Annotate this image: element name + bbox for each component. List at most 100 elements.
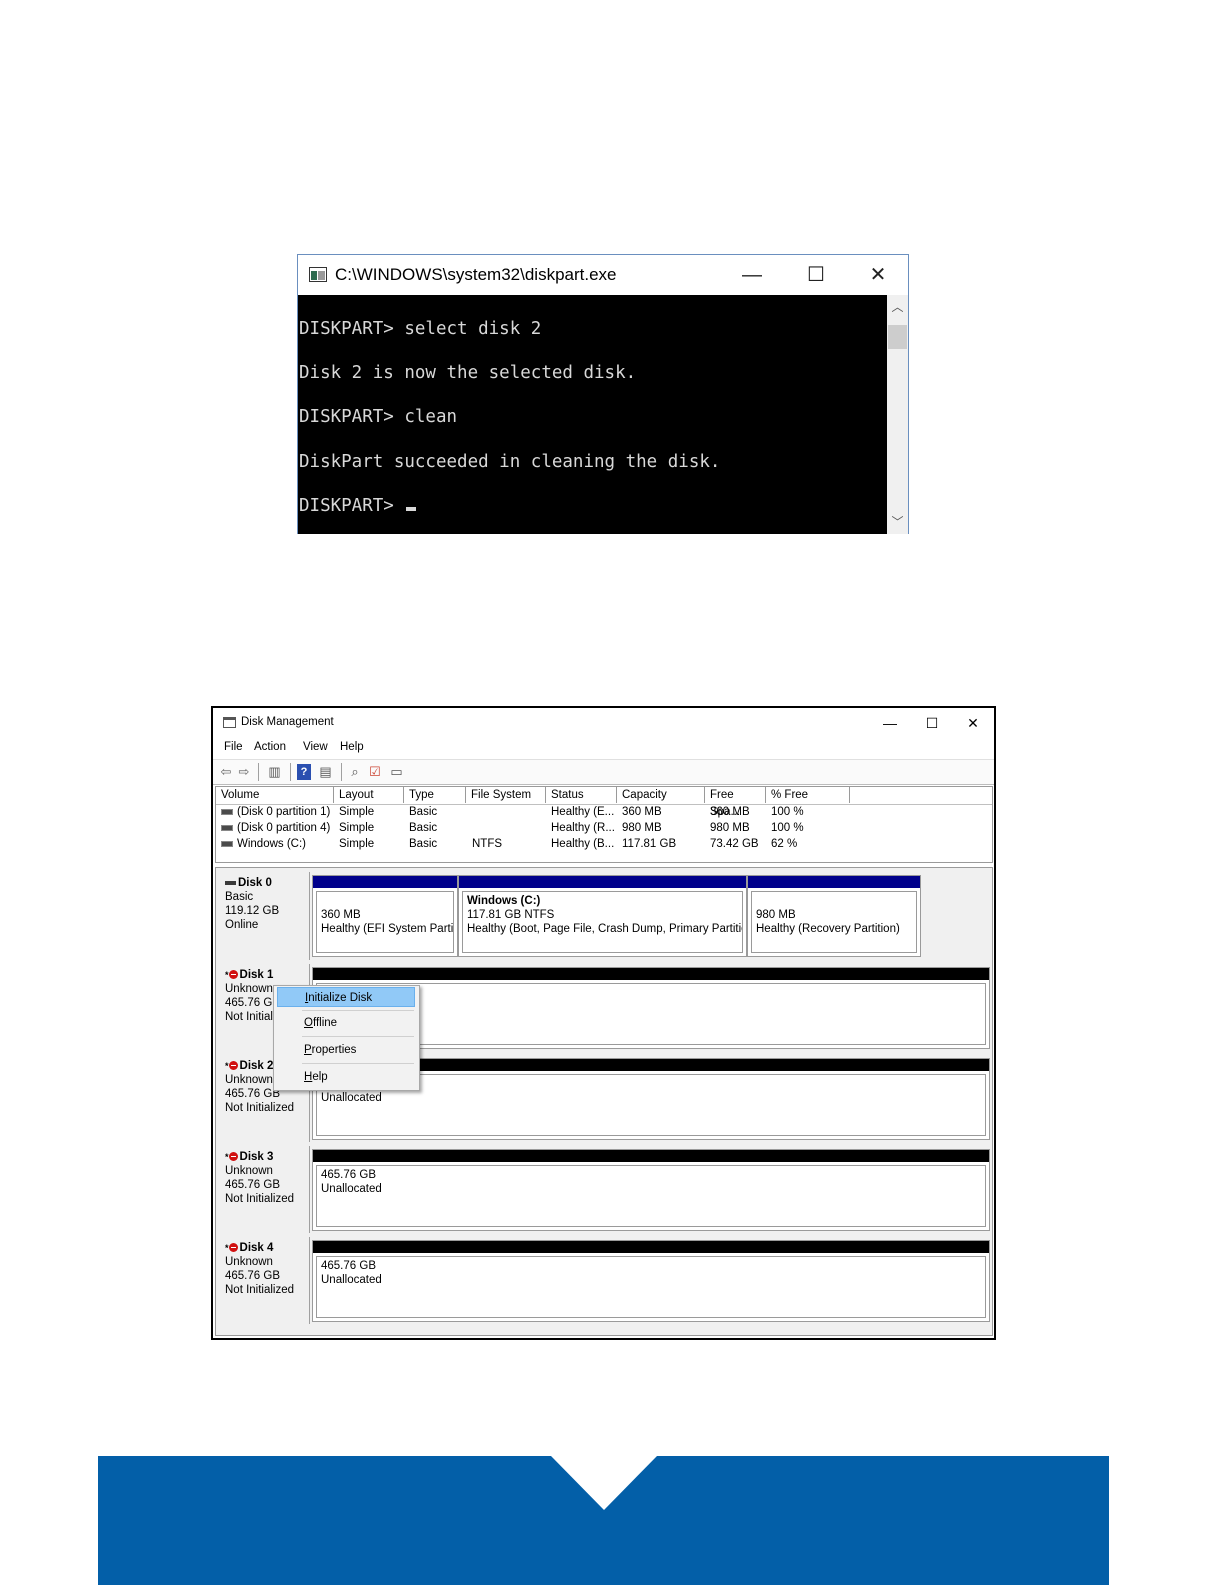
- unallocated-details: 465.76 GB Unallocated: [316, 1165, 986, 1227]
- scroll-down-icon[interactable]: ﹀: [887, 512, 908, 532]
- disk-state: Not Initialized: [225, 1284, 295, 1296]
- partition-efi[interactable]: 360 MB Healthy (EFI System Partitic: [312, 875, 458, 957]
- console-line: DISKPART> select disk 2: [299, 319, 542, 339]
- disk-type: Unknown: [225, 1256, 273, 1268]
- disk-size: 465.76 GB: [225, 1179, 280, 1191]
- menu-separator: [302, 1036, 414, 1037]
- volume-row[interactable]: Windows (C:) Simple Basic NTFS Healthy (…: [216, 836, 992, 852]
- layout-cell: Simple: [339, 838, 375, 850]
- console-line: DiskPart succeeded in cleaning the disk.: [299, 452, 721, 472]
- menu-action[interactable]: Action: [254, 741, 286, 753]
- partition-details: Windows (C:) 117.81 GB NTFS Healthy (Boo…: [462, 891, 743, 953]
- partition-size: 980 MB: [756, 909, 796, 921]
- volume-list-header: Volume Layout Type File System Status Ca…: [216, 787, 992, 818]
- partition-name: Windows (C:): [467, 895, 541, 907]
- unallocated-space[interactable]: 465.76 GB Unallocated: [312, 1149, 990, 1231]
- column-header-type[interactable]: Type: [404, 787, 466, 803]
- minimize-button[interactable]: —: [870, 712, 910, 734]
- partition-windows-c[interactable]: Windows (C:) 117.81 GB NTFS Healthy (Boo…: [458, 875, 747, 957]
- volume-cell: Windows (C:): [221, 836, 333, 852]
- unallocated-label: Unallocated: [321, 1092, 382, 1104]
- unallocated-bar: [313, 968, 989, 980]
- disk-management-app-icon: [223, 717, 236, 728]
- back-icon[interactable]: ⇦: [218, 764, 234, 780]
- free-space-cell: 360 MB: [710, 806, 750, 818]
- help-icon[interactable]: ?: [297, 764, 311, 780]
- volume-name: (Disk 0 partition 4): [237, 822, 331, 834]
- properties-icon[interactable]: ▭: [388, 764, 405, 780]
- partition-status: Healthy (Boot, Page File, Crash Dump, Pr…: [467, 923, 743, 935]
- diskpart-title-bar[interactable]: C:\WINDOWS\system32\diskpart.exe — ☐ ✕: [298, 255, 908, 295]
- unallocated-label: Unallocated: [321, 1274, 382, 1286]
- volume-row[interactable]: (Disk 0 partition 4) Simple Basic Health…: [216, 820, 992, 836]
- menu-help[interactable]: Help: [340, 741, 364, 753]
- column-header-layout[interactable]: Layout: [334, 787, 404, 803]
- menu-item-label: elp: [312, 1071, 328, 1083]
- status-cell: Healthy (R...: [551, 822, 615, 834]
- forward-icon[interactable]: ⇨: [236, 764, 252, 780]
- column-header-percent-free[interactable]: % Free: [766, 787, 850, 803]
- disk-name: * Disk 1: [225, 969, 274, 981]
- disk-info-3[interactable]: * Disk 3 Unknown 465.76 GB Not Initialize…: [216, 1146, 310, 1233]
- unallocated-details: 465.76 GB Unallocated: [316, 1256, 986, 1318]
- column-header-volume[interactable]: Volume: [216, 787, 334, 803]
- maximize-button[interactable]: ☐: [788, 255, 844, 295]
- column-header-free-space[interactable]: Free Spa...: [705, 787, 766, 818]
- console-scrollbar[interactable]: ︿ ﹀: [887, 295, 908, 534]
- capacity-cell: 360 MB: [622, 806, 662, 818]
- column-header-capacity[interactable]: Capacity: [617, 787, 705, 803]
- capacity-cell: 117.81 GB: [622, 838, 677, 850]
- close-button[interactable]: ✕: [850, 255, 906, 295]
- disk-size: 119.12 GB: [225, 905, 280, 917]
- partition-recovery[interactable]: 980 MB Healthy (Recovery Partition): [747, 875, 921, 957]
- disk-state: Not Initialized: [225, 1102, 295, 1114]
- menu-item-help[interactable]: Help: [277, 1067, 415, 1087]
- disk-row-0: Disk 0 Basic 119.12 GB Online 360 MB Hea…: [216, 872, 992, 960]
- scrollbar-thumb[interactable]: [888, 325, 907, 349]
- unallocated-bar: [313, 1241, 989, 1253]
- console-output[interactable]: DISKPART> select disk 2 Disk 2 is now th…: [298, 295, 887, 534]
- column-header-status[interactable]: Status: [546, 787, 617, 803]
- menu-item-label: ffline: [312, 1017, 338, 1029]
- menu-separator: [302, 1063, 414, 1064]
- minimize-button[interactable]: —: [724, 255, 780, 295]
- disk-name: * Disk 3: [225, 1151, 274, 1163]
- console-prompt-line[interactable]: DISKPART>: [299, 496, 417, 516]
- volume-cell: (Disk 0 partition 1): [221, 804, 333, 820]
- console-prompt: DISKPART>: [299, 496, 405, 516]
- menu-item-properties[interactable]: Properties: [277, 1040, 415, 1060]
- connect-icon[interactable]: ⌕: [347, 764, 363, 780]
- column-header-file-system[interactable]: File System: [466, 787, 546, 803]
- dm-title-bar[interactable]: Disk Management — ☐ ✕: [213, 708, 994, 738]
- menu-view[interactable]: View: [303, 741, 328, 753]
- disk-state: Online: [225, 919, 259, 931]
- partition-details: 980 MB Healthy (Recovery Partition): [751, 891, 917, 953]
- volume-list[interactable]: Volume Layout Type File System Status Ca…: [215, 786, 993, 863]
- disk-info-4[interactable]: * Disk 4 Unknown 465.76 GB Not Initialize…: [216, 1237, 310, 1324]
- volume-row[interactable]: (Disk 0 partition 1) Simple Basic Health…: [216, 804, 992, 820]
- menu-item-initialize-disk[interactable]: Initialize Disk: [277, 987, 415, 1007]
- console-tree-icon[interactable]: ▥: [266, 764, 283, 780]
- menu-item-offline[interactable]: Offline: [277, 1013, 415, 1033]
- disk-name: Disk 0: [225, 876, 309, 890]
- unallocated-label: Unallocated: [321, 1183, 382, 1195]
- partition-bar: [313, 876, 457, 888]
- show-hide-icon[interactable]: ▤: [317, 764, 334, 780]
- status-cell: Healthy (E...: [551, 806, 615, 818]
- maximize-button[interactable]: ☐: [912, 712, 952, 734]
- footer-banner: [98, 1456, 1109, 1585]
- disk-name-text: Disk 2: [239, 1060, 274, 1072]
- percent-free-cell: 62 %: [771, 838, 798, 850]
- unallocated-space[interactable]: 465.76 GB Unallocated: [312, 1240, 990, 1322]
- accelerator-key: P: [304, 1044, 312, 1056]
- close-button[interactable]: ✕: [953, 712, 993, 734]
- check-icon[interactable]: ☑: [368, 764, 382, 780]
- disk-size: 465.76 GB: [225, 1270, 280, 1282]
- toolbar-separator: [341, 763, 342, 781]
- disk-info-0[interactable]: Disk 0 Basic 119.12 GB Online: [216, 872, 310, 960]
- error-icon: [228, 1152, 238, 1162]
- console-app-icon: [309, 267, 327, 282]
- scroll-up-icon[interactable]: ︿: [887, 297, 908, 317]
- menu-file[interactable]: File: [224, 741, 243, 753]
- free-space-cell: 980 MB: [710, 822, 750, 834]
